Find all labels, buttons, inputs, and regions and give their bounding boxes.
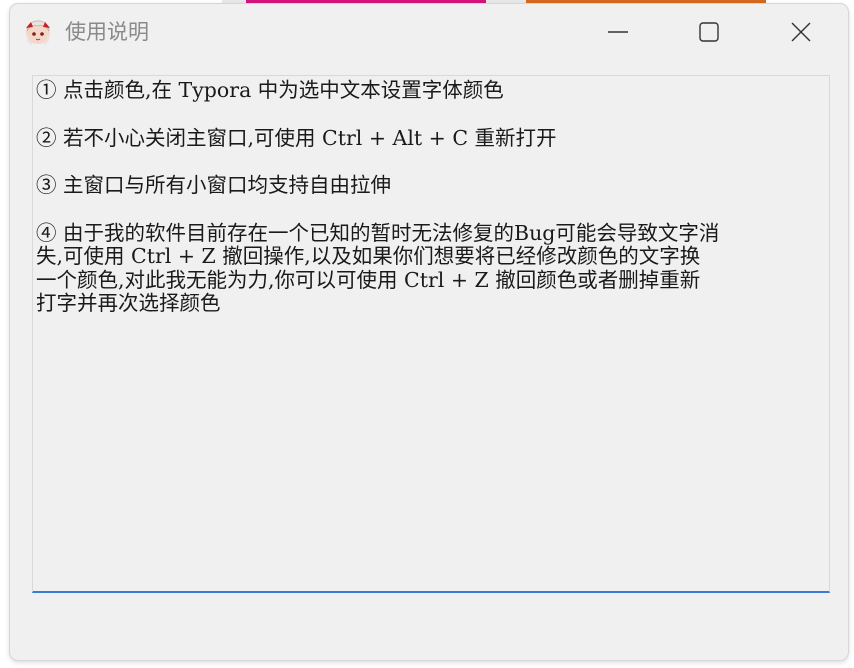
maximize-icon [698, 21, 720, 43]
instruction-line: 打字并再次选择颜色 [36, 291, 221, 315]
instruction-line: ① 点击颜色,在 Typora 中为选中文本设置字体颜色 [36, 78, 504, 102]
title-bar[interactable]: 使用说明 [10, 4, 848, 60]
instruction-line: ④ 由于我的软件目前存在一个已知的暂时无法修复的Bug可能会导致文字消 [36, 220, 720, 245]
instruction-item-2: ② 若不小心关闭主窗口,可使用 Ctrl + Alt + C 重新打开 [36, 125, 829, 151]
instruction-line: ③ 主窗口与所有小窗口均支持自由拉伸 [36, 173, 392, 197]
close-button[interactable] [777, 10, 825, 54]
anime-avatar-icon [24, 18, 52, 46]
minimize-button[interactable] [594, 10, 642, 54]
maximize-button[interactable] [685, 10, 733, 54]
instruction-line: 失,可使用 Ctrl + Z 撤回操作,以及如果你们想要将已经修改颜色的文字换 [36, 244, 701, 268]
instruction-item-3: ③ 主窗口与所有小窗口均支持自由拉伸 [36, 173, 829, 198]
window-title: 使用说明 [65, 20, 149, 44]
instruction-item-1: ① 点击颜色,在 Typora 中为选中文本设置字体颜色 [36, 78, 829, 103]
instruction-line: ② 若不小心关闭主窗口,可使用 Ctrl + Alt + C 重新打开 [36, 125, 557, 150]
instructions-window: 使用说明 ① 点击颜色,在 Typora 中为选中文本设置字体颜色 ② 若不小心… [10, 4, 848, 660]
instruction-item-4: ④ 由于我的软件目前存在一个已知的暂时无法修复的Bug可能会导致文字消 失,可使… [36, 220, 829, 316]
close-icon [790, 21, 812, 43]
instructions-text-area[interactable]: ① 点击颜色,在 Typora 中为选中文本设置字体颜色 ② 若不小心关闭主窗口… [32, 75, 830, 593]
minimize-icon [607, 21, 629, 43]
instruction-line: 一个颜色,对此我无能为力,你可以可使用 Ctrl + Z 撤回颜色或者删掉重新 [36, 267, 701, 292]
